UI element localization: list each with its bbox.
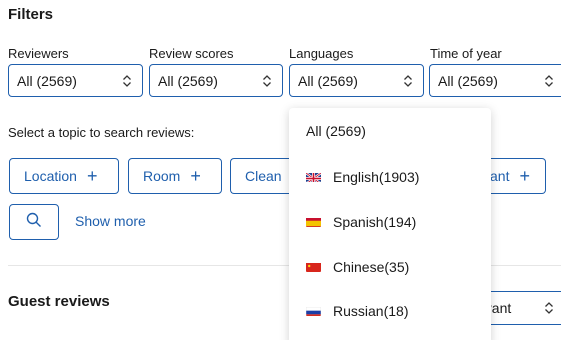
spain-flag-icon: [306, 216, 321, 227]
topic-chip-label: Room: [143, 168, 181, 184]
plus-icon: +: [519, 166, 530, 186]
review-scores-select[interactable]: All (2569): [149, 64, 283, 97]
chevron-updown-icon: [543, 300, 555, 316]
search-icon: [26, 212, 42, 233]
chevron-updown-icon: [261, 73, 273, 89]
chevron-updown-icon: [402, 73, 414, 89]
reviewers-select-value: All (2569): [17, 72, 77, 89]
language-option-label: Chinese(35): [333, 259, 410, 275]
reviewers-select[interactable]: All (2569): [8, 64, 143, 97]
language-option-chinese[interactable]: Chinese(35): [289, 247, 491, 287]
language-option-english[interactable]: English(1903): [289, 157, 491, 197]
chevron-updown-icon: [121, 73, 133, 89]
languages-select-value: All (2569): [298, 72, 358, 89]
languages-label: Languages: [289, 46, 354, 61]
language-option-label: Spanish(194): [333, 214, 417, 230]
plus-icon: +: [86, 166, 98, 186]
topic-chip-room[interactable]: Room +: [128, 158, 222, 194]
search-button[interactable]: [9, 204, 59, 240]
topic-chip-label: Location: [24, 168, 77, 184]
chevron-updown-icon: [543, 73, 555, 89]
topic-chip-location[interactable]: Location +: [9, 158, 119, 194]
languages-select[interactable]: All (2569): [289, 64, 424, 97]
language-option-russian[interactable]: Russian(18): [289, 291, 491, 331]
languages-dropdown: All (2569) English(1903) Spanish(194) Ch…: [289, 108, 491, 340]
show-more-link[interactable]: Show more: [75, 213, 146, 229]
topic-prompt: Select a topic to search reviews:: [8, 125, 195, 140]
language-option-all[interactable]: All (2569): [289, 111, 491, 151]
review-scores-label: Review scores: [149, 46, 234, 61]
language-option-spanish[interactable]: Spanish(194): [289, 202, 491, 242]
time-of-year-label: Time of year: [430, 46, 502, 61]
russia-flag-icon: [306, 305, 321, 316]
time-of-year-select[interactable]: All (2569): [429, 64, 561, 97]
topic-chip-label: Clean: [245, 168, 282, 184]
language-option-label: English(1903): [333, 169, 420, 185]
reviewers-label: Reviewers: [8, 46, 69, 61]
topic-chip-label: ant: [490, 168, 510, 184]
language-option-label: Russian(18): [333, 303, 409, 319]
plus-icon: +: [190, 166, 201, 186]
time-of-year-select-value: All (2569): [438, 72, 498, 89]
guest-reviews-title: Guest reviews: [8, 293, 110, 310]
review-scores-select-value: All (2569): [158, 72, 218, 89]
language-option-label: All (2569): [306, 123, 366, 139]
uk-flag-icon: [306, 171, 321, 182]
filters-title: Filters: [8, 6, 54, 23]
china-flag-icon: [306, 261, 321, 272]
